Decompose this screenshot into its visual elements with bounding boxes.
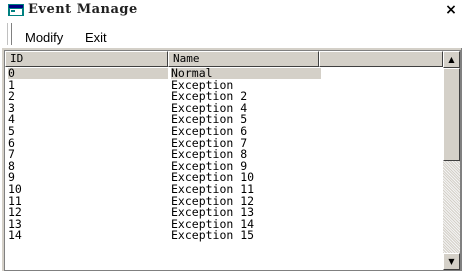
- close-icon[interactable]: ×: [442, 1, 460, 19]
- menu-item-exit[interactable]: Exit: [85, 30, 107, 45]
- scroll-thumb[interactable]: [443, 68, 460, 161]
- cell-id: 13: [8, 216, 22, 231]
- toolbar-grip[interactable]: [7, 23, 12, 45]
- scroll-down-icon[interactable]: ▼: [443, 253, 460, 270]
- cell-id: 7: [8, 147, 15, 162]
- window-title: Event Manage: [28, 2, 138, 17]
- event-list[interactable]: ID Name 0 Normal 1 Exception 2 Exception 2 3 Ex…: [4, 50, 461, 271]
- menu-bar: Modify Exit: [2, 20, 462, 48]
- cell-id: 2: [8, 89, 15, 104]
- cell-id: 10: [8, 182, 22, 196]
- scroll-up-icon[interactable]: ▲: [443, 51, 460, 68]
- app-window-icon: [8, 4, 24, 16]
- title-bar[interactable]: Event Manage ×: [2, 0, 462, 20]
- cell-id: 4: [8, 112, 15, 127]
- menu-item-modify[interactable]: Modify: [25, 30, 63, 45]
- table-row[interactable]: 14 Exception 15: [5, 228, 443, 243]
- cell-id: 0: [8, 67, 168, 79]
- cell-id: 6: [8, 135, 15, 150]
- cell-id: 3: [8, 100, 15, 115]
- vertical-scrollbar[interactable]: ▲ ▼: [443, 51, 460, 270]
- cell-id: 9: [8, 170, 15, 185]
- column-header-empty: [319, 51, 443, 67]
- cell-id: 14: [8, 228, 22, 243]
- event-manage-window: Event Manage × Modify Exit ID Name 0 Norm…: [2, 0, 462, 271]
- column-header-id[interactable]: ID: [5, 51, 168, 67]
- list-header: ID Name: [5, 51, 443, 67]
- cell-id: 1: [8, 77, 15, 92]
- cell-id: 11: [8, 193, 22, 208]
- column-header-name[interactable]: Name: [168, 51, 319, 67]
- cell-id: 5: [8, 124, 15, 138]
- cell-name: Exception 15: [171, 228, 255, 243]
- cell-id: 12: [8, 205, 22, 220]
- cell-id: 8: [8, 158, 15, 173]
